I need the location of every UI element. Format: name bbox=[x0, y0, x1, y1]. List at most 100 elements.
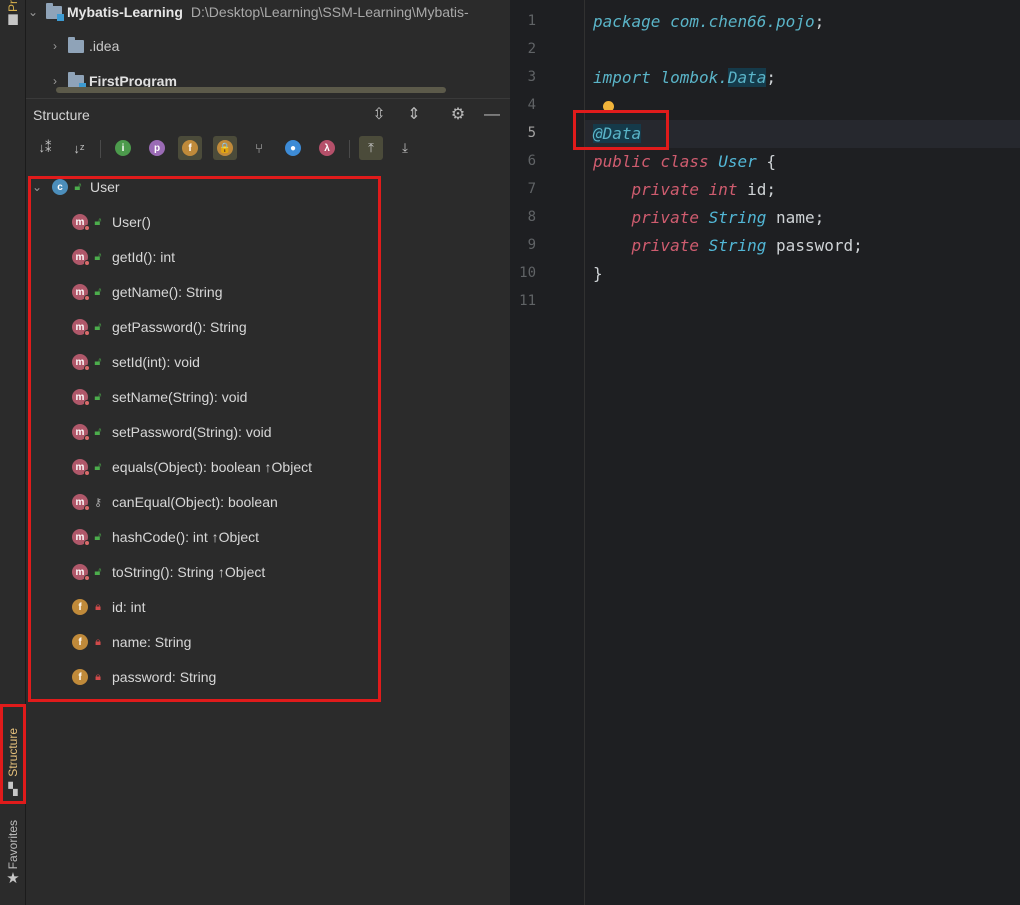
member-label: getPassword(): String bbox=[112, 319, 247, 335]
highlight-box-annotation bbox=[573, 110, 669, 150]
chevron-right-icon[interactable]: › bbox=[48, 74, 62, 88]
show-lambdas-tree-icon[interactable]: ⑂ bbox=[247, 136, 271, 160]
public-lock-icon: 🔓︎ bbox=[94, 215, 102, 228]
minimize-icon[interactable]: — bbox=[481, 105, 503, 125]
keyword-private: private bbox=[631, 180, 699, 199]
structure-panel: Structure ⇳ ⇕ ⚙ — ↓⁑ ↓ᶻ i p f 🔒 ⑂ ● λ ⤒ … bbox=[26, 98, 510, 905]
field-icon: f bbox=[72, 669, 88, 685]
structure-tool-tab[interactable]: Structure ▚ bbox=[0, 704, 26, 804]
show-anonymous-icon[interactable]: ● bbox=[281, 136, 305, 160]
show-properties-icon[interactable]: p bbox=[145, 136, 169, 160]
tree-class-row[interactable]: ⌄ c 🔓︎ User bbox=[32, 177, 120, 197]
project-item-idea[interactable]: › .idea bbox=[26, 35, 119, 57]
semicolon: ; bbox=[814, 12, 825, 31]
structure-icon: ▚ bbox=[8, 782, 18, 796]
code-line-8: private String name; bbox=[593, 208, 825, 228]
code-line-1: package com.chen66.pojo; bbox=[593, 12, 824, 32]
field-name: name bbox=[776, 208, 815, 227]
project-tab-label: Pr bbox=[6, 0, 20, 12]
public-lock-icon: 🔓︎ bbox=[94, 460, 102, 473]
line-number: 1 bbox=[527, 13, 536, 29]
tree-method-row[interactable]: m 🔓︎ getId(): int bbox=[72, 247, 175, 267]
tree-method-row[interactable]: m 🔓︎ setPassword(String): void bbox=[72, 422, 272, 442]
structure-title: Structure bbox=[33, 107, 90, 123]
keyword-package: package bbox=[593, 12, 661, 31]
horizontal-scrollbar[interactable] bbox=[56, 87, 446, 93]
method-icon: m bbox=[72, 529, 90, 546]
line-number: 9 bbox=[527, 237, 536, 253]
autoscroll-to-source-icon[interactable]: ⤒ bbox=[359, 136, 383, 160]
project-tool-tab[interactable]: Pr ▆ bbox=[0, 0, 26, 24]
show-fields-icon[interactable]: f bbox=[178, 136, 202, 160]
method-icon: m bbox=[72, 249, 90, 266]
member-label: id: int bbox=[112, 599, 146, 615]
method-icon: m bbox=[72, 389, 90, 406]
method-icon: m bbox=[72, 284, 90, 301]
package-name: com.chen66.pojo bbox=[670, 12, 815, 31]
public-lock-icon: 🔓︎ bbox=[94, 565, 102, 578]
keyword-import: import bbox=[593, 68, 651, 87]
semicolon: ; bbox=[766, 68, 777, 87]
public-lock-icon: 🔓︎ bbox=[94, 285, 102, 298]
module-folder-icon bbox=[68, 71, 86, 90]
folder-icon: ▆ bbox=[8, 11, 18, 25]
chevron-down-icon[interactable]: ⌄ bbox=[26, 5, 40, 19]
tree-method-row[interactable]: m 🔓︎ User() bbox=[72, 212, 151, 232]
public-lock-icon: 🔓︎ bbox=[94, 355, 102, 368]
tree-method-row[interactable]: m 🔓︎ getPassword(): String bbox=[72, 317, 247, 337]
gear-icon[interactable]: ⚙ bbox=[447, 105, 469, 125]
show-lambda-icon[interactable]: λ bbox=[315, 136, 339, 160]
folder-icon bbox=[68, 36, 84, 53]
tree-method-row[interactable]: m 🔓︎ equals(Object): boolean ↑Object bbox=[72, 457, 312, 477]
member-label: canEqual(Object): boolean bbox=[112, 494, 278, 510]
line-number: 8 bbox=[527, 209, 536, 225]
star-icon: ★ bbox=[6, 870, 20, 888]
tree-method-row[interactable]: m 🔓︎ setName(String): void bbox=[72, 387, 247, 407]
member-label: equals(Object): boolean ↑Object bbox=[112, 459, 312, 475]
chevron-down-icon[interactable]: ⌄ bbox=[32, 180, 46, 194]
project-root-row[interactable]: ⌄ Mybatis-Learning D:\Desktop\Learning\S… bbox=[26, 1, 469, 23]
tree-method-row[interactable]: m 🔓︎ hashCode(): int ↑Object bbox=[72, 527, 259, 547]
chevron-right-icon[interactable]: › bbox=[48, 39, 62, 53]
open-brace: { bbox=[766, 152, 777, 171]
code-editor[interactable]: 1 2 3 4 5 6 7 8 9 10 11 package com.chen66.pojo; i… bbox=[510, 0, 1020, 905]
collapse-all-icon[interactable]: ⇕ bbox=[403, 105, 425, 125]
public-lock-icon: 🔓︎ bbox=[94, 425, 102, 438]
member-label: password: String bbox=[112, 669, 217, 685]
sort-by-visibility-icon[interactable]: ↓⁑ bbox=[33, 136, 57, 160]
method-icon: m bbox=[72, 564, 90, 581]
favorites-tool-tab[interactable]: Favorites ★ bbox=[0, 820, 26, 888]
line-number: 7 bbox=[527, 181, 536, 197]
expand-all-icon[interactable]: ⇳ bbox=[368, 105, 390, 125]
code-line-7: private int id; bbox=[593, 180, 777, 200]
tree-method-row[interactable]: m 🔓︎ setId(int): void bbox=[72, 352, 200, 372]
line-number: 11 bbox=[519, 293, 536, 309]
method-icon: m bbox=[72, 214, 90, 231]
import-package: lombok. bbox=[660, 68, 728, 87]
keyword-private: private bbox=[631, 236, 699, 255]
member-label: name: String bbox=[112, 634, 192, 650]
autoscroll-from-source-icon[interactable]: ⤓ bbox=[393, 136, 417, 160]
public-lock-icon: 🔓︎ bbox=[94, 320, 102, 333]
field-id: id bbox=[747, 180, 767, 199]
private-lock-icon: 🔒︎ bbox=[95, 670, 101, 683]
class-name-user: User bbox=[718, 152, 757, 171]
project-root-path: D:\Desktop\Learning\SSM-Learning\Mybatis… bbox=[190, 4, 469, 20]
line-number: 2 bbox=[527, 41, 536, 57]
tree-method-row[interactable]: m ⚷ canEqual(Object): boolean bbox=[72, 492, 278, 512]
tree-field-row[interactable]: f 🔒︎ id: int bbox=[72, 597, 145, 617]
tree-method-row[interactable]: m 🔓︎ getName(): String bbox=[72, 282, 222, 302]
tree-field-row[interactable]: f 🔒︎ password: String bbox=[72, 667, 216, 687]
show-inherited-icon[interactable]: i bbox=[111, 136, 135, 160]
member-label: setName(String): void bbox=[112, 389, 248, 405]
member-label: toString(): String ↑Object bbox=[112, 564, 266, 580]
public-lock-icon: 🔓︎ bbox=[94, 530, 102, 543]
project-item-label: .idea bbox=[89, 38, 120, 54]
sort-alphabetically-icon[interactable]: ↓ᶻ bbox=[67, 136, 91, 160]
tree-field-row[interactable]: f 🔒︎ name: String bbox=[72, 632, 191, 652]
method-icon: m bbox=[72, 459, 90, 476]
tree-method-row[interactable]: m 🔓︎ toString(): String ↑Object bbox=[72, 562, 265, 582]
show-non-public-icon[interactable]: 🔒 bbox=[213, 136, 237, 160]
semicolon: ; bbox=[766, 180, 777, 199]
code-line-10: } bbox=[593, 264, 603, 284]
